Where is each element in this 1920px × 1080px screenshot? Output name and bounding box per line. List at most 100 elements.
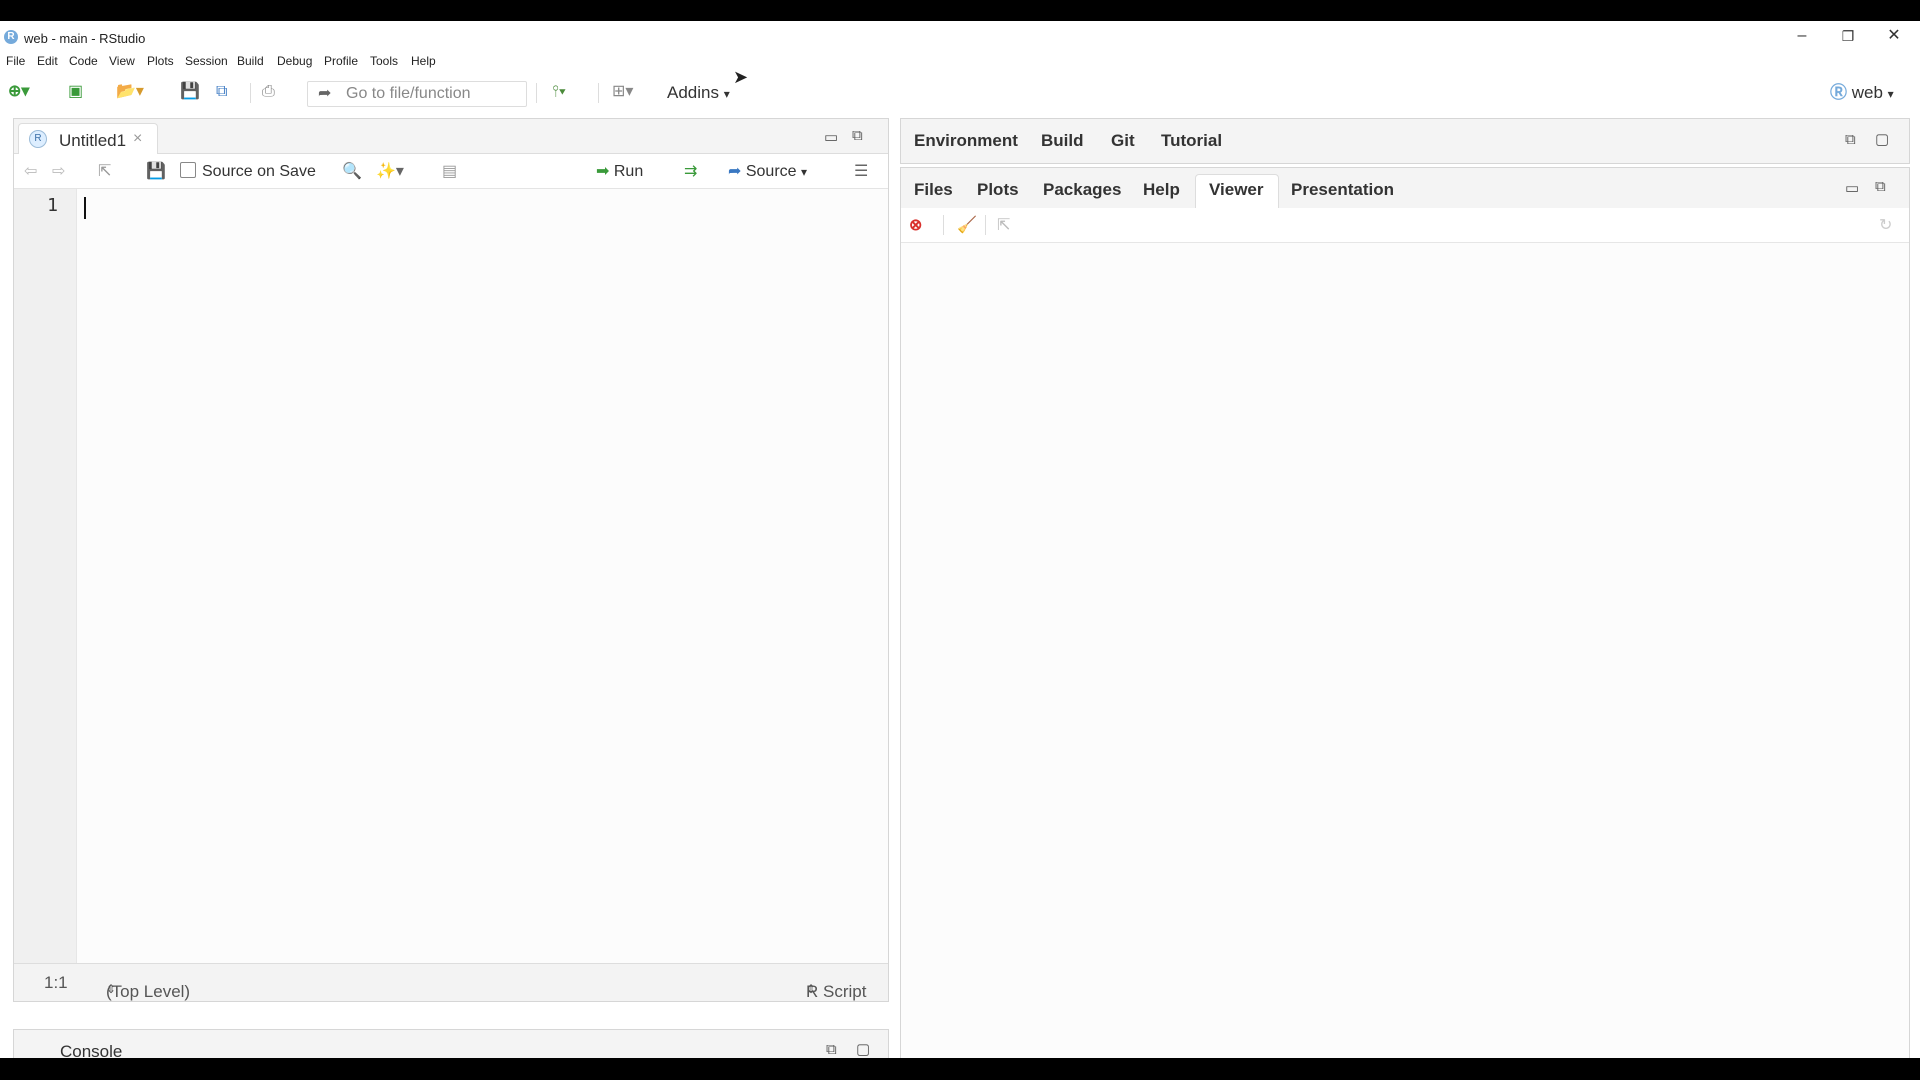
chevron-down-icon: ▾ [723,87,730,101]
viewer-content [901,243,1909,1058]
files-pane: Files Plots Packages Help Viewer Present… [900,167,1910,1058]
source-label: Source [745,163,797,180]
minimize-pane-icon[interactable]: ▭ [1845,180,1859,198]
menu-help[interactable]: Help [411,54,436,68]
export-icon[interactable]: ⇱ [997,215,1010,237]
menu-code[interactable]: Code [69,54,98,68]
editor-toolbar: ⇦ ⇨ ⇱ 💾 Source on Save 🔍 ✨▾ ▤ ➡ Run ⇉ ➦ … [14,154,888,189]
addins-dropdown[interactable]: Addins ▾ [667,81,730,106]
tab-files[interactable]: Files [914,180,953,200]
menu-edit[interactable]: Edit [37,54,58,68]
run-arrow-icon: ➡ [596,163,610,180]
tab-viewer[interactable]: Viewer [1209,180,1264,200]
restore-pane-icon[interactable]: ⧉ [1875,178,1886,196]
scope-label: (Top Level) [106,982,191,1001]
toolbar-divider [536,83,537,103]
run-label: Run [613,163,644,180]
maximize-pane-icon[interactable]: ▢ [856,1041,870,1058]
environment-pane: Environment Build Git Tutorial ⧉ ▢ [900,118,1910,164]
editor-status-bar: 1:1 (Top Level) ⇕ R Script ⇕ [14,963,888,1001]
code-tools-wand-icon[interactable]: ✨▾ [376,161,404,183]
tab-packages[interactable]: Packages [1043,180,1121,200]
menu-session[interactable]: Session [185,54,228,68]
tab-plots[interactable]: Plots [977,180,1019,200]
project-label: web [1851,83,1883,102]
run-button[interactable]: ➡ Run [596,161,643,183]
updown-icon: ⇕ [106,982,117,996]
save-icon[interactable]: 💾 [180,81,200,103]
files-tab-strip: Files Plots Packages Help Viewer Present… [901,168,1909,209]
r-file-icon: R [29,130,47,148]
addins-label: Addins [667,83,719,102]
title-bar: R web - main - RStudio – ❐ ✕ [0,21,1920,51]
tab-build[interactable]: Build [1041,131,1084,151]
rstudio-window: R web - main - RStudio – ❐ ✕ File Edit C… [0,21,1920,1058]
document-outline-icon[interactable]: ☰ [854,161,868,183]
forward-arrow-icon[interactable]: ⇨ [52,161,65,183]
close-tab-icon[interactable]: × [133,130,142,148]
save-all-icon[interactable]: ⧉ [216,81,227,103]
code-editor[interactable] [77,189,888,963]
close-button[interactable]: ✕ [1874,26,1914,46]
source-button[interactable]: ➦ Source ▾ [728,161,807,183]
tab-help[interactable]: Help [1143,180,1180,200]
compile-report-icon[interactable]: ▤ [442,161,457,183]
menu-plots[interactable]: Plots [147,54,174,68]
menu-debug[interactable]: Debug [277,54,312,68]
menu-build[interactable]: Build [237,54,264,68]
show-in-window-icon[interactable]: ⇱ [98,161,111,183]
save-icon[interactable]: 💾 [146,161,166,183]
vcs-icon[interactable]: ⫯▾ [552,81,566,103]
project-r-icon: Ⓡ [1830,83,1847,102]
menu-file[interactable]: File [6,54,25,68]
tab-git[interactable]: Git [1111,131,1135,151]
goto-file-input[interactable]: ➦ Go to file/function [307,81,527,107]
new-project-icon[interactable]: ▣ [68,81,83,103]
tab-environment[interactable]: Environment [914,131,1018,151]
stop-icon[interactable]: ⊗ [909,215,922,237]
rstudio-logo-icon: R [4,30,18,44]
menu-view[interactable]: View [109,54,135,68]
console-tab[interactable]: Console [60,1042,122,1058]
print-icon[interactable]: ⎙ [262,81,275,103]
tab-tutorial[interactable]: Tutorial [1161,131,1222,151]
maximize-pane-icon[interactable]: ▢ [1875,131,1889,149]
line-number: 1 [47,195,58,216]
main-toolbar: ⊕▾ ▣ 📂▾ 💾 ⧉ ⎙ ➦ Go to file/function ⫯▾ ⊞… [0,73,1920,109]
checkbox-icon [180,162,196,178]
refresh-icon[interactable]: ↻ [1879,215,1892,237]
maximize-button[interactable]: ❐ [1828,26,1868,46]
console-pane: Console ⧉ ▢ [13,1029,889,1058]
source-pane: R Untitled1 × ▭ ⧉ ⇦ ⇨ ⇱ 💾 Source on Save… [13,118,889,1002]
clear-broom-icon[interactable]: 🧹 [957,215,977,237]
open-file-icon[interactable]: 📂▾ [116,81,144,103]
chevron-down-icon: ▾ [1887,87,1894,101]
updown-icon: ⇕ [806,982,817,996]
search-icon[interactable]: 🔍 [342,161,362,183]
back-arrow-icon[interactable]: ⇦ [24,161,37,183]
restore-pane-icon[interactable]: ⧉ [852,127,863,145]
chevron-down-icon: ▾ [801,165,808,179]
tab-untitled1[interactable]: R Untitled1 × [18,123,158,154]
source-tab-strip: R Untitled1 × ▭ ⧉ [14,119,888,154]
new-file-icon[interactable]: ⊕▾ [8,81,29,103]
text-caret [84,197,86,219]
minimize-button[interactable]: – [1782,26,1822,46]
source-on-save-checkbox[interactable]: Source on Save [180,161,316,183]
project-menu[interactable]: Ⓡ web ▾ [1830,81,1894,106]
tab-title: Untitled1 [59,131,127,150]
restore-pane-icon[interactable]: ⧉ [1845,131,1856,149]
rerun-icon[interactable]: ⇉ [684,161,697,183]
minimize-pane-icon[interactable]: ▭ [824,129,838,147]
goto-arrow-icon: ➦ [318,85,332,102]
source-arrow-icon: ➦ [728,163,742,180]
menu-tools[interactable]: Tools [370,54,398,68]
restore-pane-icon[interactable]: ⧉ [826,1041,837,1058]
menu-profile[interactable]: Profile [324,54,358,68]
cursor-position: 1:1 [44,973,68,992]
tab-presentation[interactable]: Presentation [1291,180,1394,200]
toolbar-divider [985,215,986,235]
line-number-gutter: 1 [14,189,77,963]
workspace-panes-icon[interactable]: ⊞▾ [612,81,633,103]
toolbar-divider [943,215,944,235]
